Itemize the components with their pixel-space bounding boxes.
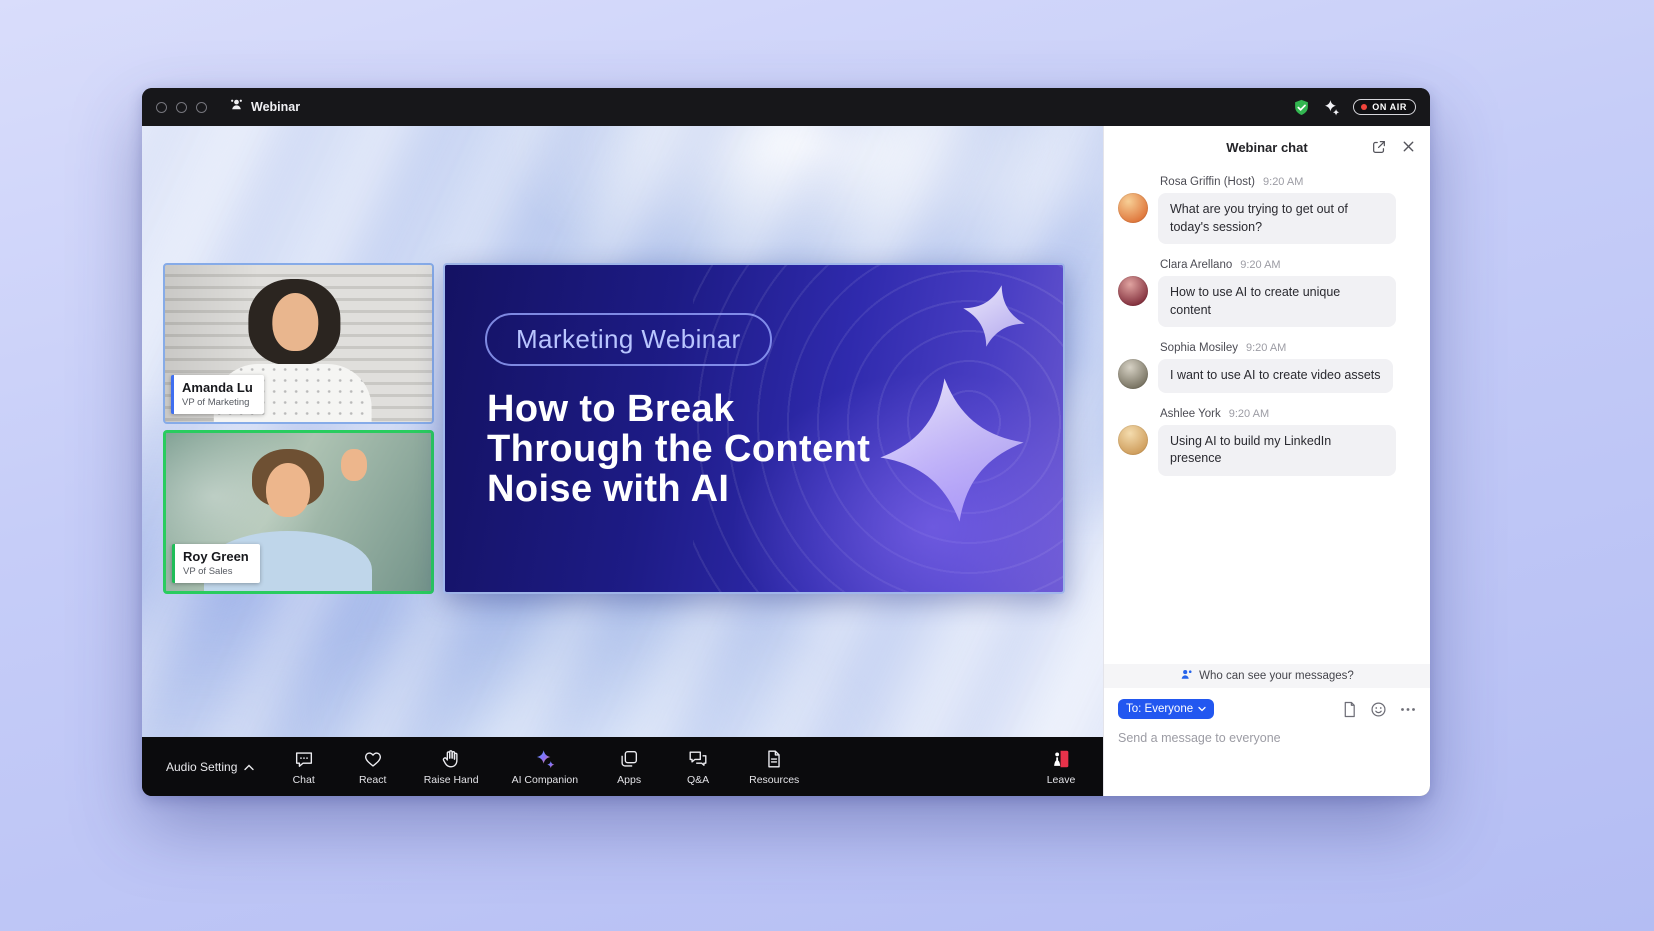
qa-button[interactable]: Q&A xyxy=(680,748,716,786)
qa-bubbles-icon xyxy=(687,748,709,770)
heart-icon xyxy=(362,748,384,770)
message-sender: Rosa Griffin (Host) xyxy=(1160,176,1255,188)
message-time: 9:20 AM xyxy=(1240,259,1280,271)
toolbar-center: Chat React Raise Hand xyxy=(286,748,800,786)
recipient-label: To: Everyone xyxy=(1126,703,1193,715)
on-air-label: ON AIR xyxy=(1372,102,1407,112)
message-time: 9:20 AM xyxy=(1246,342,1286,354)
title-group: Webinar xyxy=(229,97,300,117)
message-input[interactable] xyxy=(1118,731,1416,745)
resources-button[interactable]: Resources xyxy=(749,748,799,786)
audio-setting-label: Audio Setting xyxy=(166,760,237,774)
chat-message: Clara Arellano 9:20 AM How to use AI to … xyxy=(1118,259,1414,327)
slide-title: How to Break Through the Content Noise w… xyxy=(487,389,870,509)
presentation-slide: Marketing Webinar How to Break Through t… xyxy=(443,263,1065,594)
chat-header: Webinar chat xyxy=(1104,126,1430,168)
window-zoom-button[interactable] xyxy=(196,102,207,113)
message-time: 9:20 AM xyxy=(1263,176,1303,188)
participant-tile-amanda[interactable]: Amanda Lu VP of Marketing xyxy=(163,263,434,424)
message-sender: Clara Arellano xyxy=(1160,259,1232,271)
participant-name: Amanda Lu xyxy=(182,380,253,395)
participant-name: Roy Green xyxy=(183,549,249,564)
message-sender: Sophia Mosiley xyxy=(1160,342,1238,354)
ai-companion-button[interactable]: AI Companion xyxy=(512,748,579,786)
on-air-badge: ON AIR xyxy=(1353,99,1416,115)
leave-button[interactable]: Leave xyxy=(1043,748,1079,786)
participant-role: VP of Sales xyxy=(183,566,249,577)
avatar xyxy=(1118,359,1148,389)
chat-bubble-icon xyxy=(293,748,315,770)
more-options-icon[interactable] xyxy=(1400,707,1416,712)
emoji-icon[interactable] xyxy=(1370,701,1387,718)
app-title: Webinar xyxy=(251,100,300,114)
window-controls xyxy=(156,102,207,113)
attach-file-icon[interactable] xyxy=(1342,701,1357,718)
participant-name-card: Roy Green VP of Sales xyxy=(172,544,260,583)
person-icon xyxy=(1180,668,1193,684)
video-stage: Amanda Lu VP of Marketing Roy Green VP o… xyxy=(142,126,1103,737)
chevron-up-icon xyxy=(244,760,254,774)
message-bubble: How to use AI to create unique content xyxy=(1158,276,1396,327)
visibility-notice: Who can see your messages? xyxy=(1104,664,1430,688)
avatar xyxy=(1118,193,1148,223)
participant-name-card: Amanda Lu VP of Marketing xyxy=(171,375,264,414)
message-sender: Ashlee York xyxy=(1160,408,1221,420)
chat-button[interactable]: Chat xyxy=(286,748,322,786)
chat-message-list[interactable]: Rosa Griffin (Host) 9:20 AM What are you… xyxy=(1104,168,1430,664)
ai-sparkle-icon xyxy=(534,748,556,770)
recipient-selector[interactable]: To: Everyone xyxy=(1118,699,1214,719)
webinar-window: Webinar ON AIR xyxy=(142,88,1430,796)
slide-badge: Marketing Webinar xyxy=(485,313,772,366)
raise-hand-button[interactable]: Raise Hand xyxy=(424,748,479,786)
ai-sparkle-icon[interactable] xyxy=(1323,99,1340,116)
react-button[interactable]: React xyxy=(355,748,391,786)
message-bubble: Using AI to build my LinkedIn presence xyxy=(1158,425,1396,476)
window-minimize-button[interactable] xyxy=(176,102,187,113)
message-time: 9:20 AM xyxy=(1229,408,1269,420)
chevron-down-icon xyxy=(1198,703,1206,715)
titlebar: Webinar ON AIR xyxy=(142,88,1430,126)
chat-message: Ashlee York 9:20 AM Using AI to build my… xyxy=(1118,408,1414,476)
slide-title-line: How to Break xyxy=(487,389,870,429)
chat-message: Sophia Mosiley 9:20 AM I want to use AI … xyxy=(1118,342,1414,393)
slide-title-line: Through the Content xyxy=(487,429,870,469)
chat-panel: Webinar chat Rosa Griffin (Host) xyxy=(1103,126,1430,796)
compose-area: To: Everyone xyxy=(1104,688,1430,796)
audio-setting-button[interactable]: Audio Setting xyxy=(166,760,254,774)
avatar xyxy=(1118,276,1148,306)
close-icon[interactable] xyxy=(1401,139,1416,155)
webinar-icon xyxy=(229,97,244,117)
avatar xyxy=(1118,425,1148,455)
message-bubble: What are you trying to get out of today'… xyxy=(1158,193,1396,244)
raised-hand-icon xyxy=(440,748,462,770)
visibility-notice-text: Who can see your messages? xyxy=(1199,670,1354,682)
message-bubble: I want to use AI to create video assets xyxy=(1158,359,1393,393)
window-close-button[interactable] xyxy=(156,102,167,113)
apps-icon xyxy=(618,748,640,770)
participant-role: VP of Marketing xyxy=(182,397,253,408)
slide-title-line: Noise with AI xyxy=(487,469,870,509)
apps-button[interactable]: Apps xyxy=(611,748,647,786)
titlebar-right: ON AIR xyxy=(1293,99,1416,116)
pop-out-icon[interactable] xyxy=(1371,139,1387,155)
meeting-toolbar: Audio Setting Chat xyxy=(142,737,1103,796)
chat-message: Rosa Griffin (Host) 9:20 AM What are you… xyxy=(1118,176,1414,244)
on-air-dot xyxy=(1361,104,1367,110)
participant-tile-roy[interactable]: Roy Green VP of Sales xyxy=(163,430,434,594)
security-shield-icon[interactable] xyxy=(1293,99,1310,116)
leave-door-icon xyxy=(1050,748,1072,770)
document-icon xyxy=(763,748,785,770)
